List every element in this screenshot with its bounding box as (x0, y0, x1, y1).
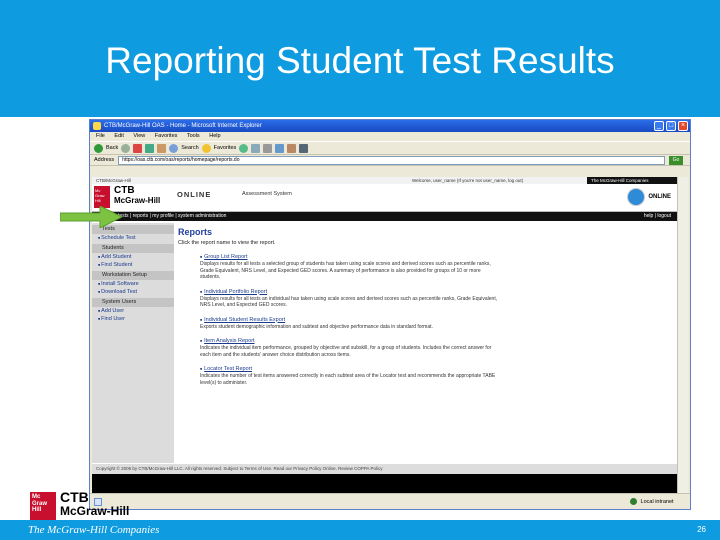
refresh-icon[interactable] (145, 143, 155, 153)
page-bottom-strip (92, 474, 677, 495)
sidebar-item-install-software[interactable]: Install Software (92, 280, 174, 288)
home-icon[interactable] (157, 143, 167, 153)
web-page: CTB/McGraw-Hill Welcome, user_name (If y… (92, 177, 677, 495)
companies-text: The McGraw-Hill Companies (28, 524, 160, 536)
reports-main: Reports Click the report name to view th… (178, 227, 673, 386)
menu-tools[interactable]: Tools (187, 133, 200, 139)
address-label: Address (94, 157, 115, 163)
report-desc: Exports student demographic information … (200, 323, 433, 330)
report-desc: Indicates the number of test items answe… (200, 373, 496, 386)
report-link-locator-test[interactable]: Locator Test Report (200, 366, 500, 372)
report-item: Item Analysis Report Indicates the indiv… (200, 338, 500, 358)
report-link-student-results-export[interactable]: Individual Student Results Export (200, 317, 500, 323)
search-icon[interactable] (169, 143, 179, 153)
favorites-icon[interactable] (201, 143, 211, 153)
notice-text: CTB/McGraw-Hill (96, 178, 131, 183)
address-bar: Address https://oas.ctb.com/oas/reports/… (90, 155, 690, 166)
welcome-text: Welcome, user_name (If you're not user_n… (412, 178, 524, 183)
online-badge: ONLINE (648, 194, 671, 200)
maximize-button[interactable]: □ (666, 121, 676, 131)
browser-window: CTB/McGraw-Hill OAS - Home - Microsoft I… (89, 119, 691, 510)
brand-tag: The McGraw-Hill Companies (587, 177, 677, 184)
edit-icon[interactable] (275, 143, 285, 153)
page-footer: Copyright © 2006 by CTB/McGraw-Hill LLC.… (92, 464, 677, 474)
sidebar-item-add-student[interactable]: Add Student (92, 253, 174, 261)
slide-title: Reporting Student Test Results (105, 40, 615, 81)
discuss-icon[interactable] (287, 143, 297, 153)
ctb-logo-text: CTB (114, 185, 135, 196)
minimize-button[interactable]: _ (654, 121, 664, 131)
stop-icon[interactable] (133, 143, 143, 153)
notice-strip: CTB/McGraw-Hill Welcome, user_name (If y… (92, 177, 677, 184)
sidebar-item-schedule-test[interactable]: Schedule Test (92, 234, 174, 242)
slide: Reporting Student Test Results CTB/McGra… (0, 0, 720, 540)
zone-label: Local intranet (640, 499, 674, 505)
print-icon[interactable] (263, 143, 273, 153)
status-bar: Local intranet (90, 493, 690, 509)
window-title: CTB/McGraw-Hill OAS - Home - Microsoft I… (104, 123, 262, 129)
report-desc: Displays results for all tests a selecte… (200, 261, 491, 280)
sidebar-item-download-test[interactable]: Download Test (92, 288, 174, 296)
report-item: Individual Portfolio Report Displays res… (200, 289, 500, 309)
back-label[interactable]: Back (106, 145, 118, 151)
menu-edit[interactable]: Edit (114, 133, 123, 139)
brand-subtitle: Assessment System (242, 191, 292, 197)
address-input[interactable]: https://oas.ctb.com/oas/reports/homepage… (118, 155, 665, 165)
report-desc: Displays results for all tests an indivi… (200, 295, 498, 309)
mcgraw-hill-corner-logo: Mc Graw Hill (30, 492, 56, 520)
report-desc: Indicates the individual item performanc… (200, 345, 492, 358)
sidebar-head-users: System Users (92, 298, 174, 307)
search-label[interactable]: Search (181, 145, 198, 151)
nav-help-logout[interactable]: help | logout (644, 212, 671, 221)
forward-icon[interactable] (121, 143, 131, 153)
report-item: Individual Student Results Export Export… (200, 317, 500, 331)
nav-links[interactable]: tests | reports | my profile | system ad… (118, 213, 226, 219)
corner-mcgraw-text: McGraw-Hill (60, 504, 130, 518)
report-item: Group List Report Displays results for a… (200, 254, 500, 281)
sidebar-item-add-user[interactable]: Add User (92, 307, 174, 315)
go-button[interactable]: Go (669, 155, 683, 165)
browser-toolbar: Back Search Favorites (90, 141, 690, 155)
pointer-arrow-icon (60, 206, 122, 228)
report-item: Locator Test Report Indicates the number… (200, 366, 500, 386)
messenger-icon[interactable] (299, 143, 309, 153)
security-zone: Local intranet (630, 494, 674, 509)
globe-icon (627, 188, 645, 206)
sidebar-head-workstation: Workstation Setup (92, 271, 174, 280)
menu-view[interactable]: View (133, 133, 145, 139)
back-icon[interactable] (94, 143, 103, 153)
brand-title: ONLINE (177, 190, 212, 199)
ie-icon (93, 122, 101, 130)
report-link-individual-portfolio[interactable]: Individual Portfolio Report (200, 289, 500, 295)
top-nav: tests | reports | my profile | system ad… (92, 212, 677, 221)
corner-ctb-text: CTB (60, 489, 89, 505)
history-icon[interactable] (239, 143, 249, 153)
report-link-group-list[interactable]: Group List Report (200, 254, 500, 260)
slide-number: 26 (697, 525, 706, 534)
menu-help[interactable]: Help (209, 133, 220, 139)
sidebar: Tests Schedule Test Students Add Student… (92, 223, 174, 463)
report-link-item-analysis[interactable]: Item Analysis Report (200, 338, 500, 344)
sidebar-item-find-student[interactable]: Find Student (92, 261, 174, 269)
menu-file[interactable]: File (96, 133, 105, 139)
reports-intro: Click the report name to view the report… (178, 240, 276, 246)
app-header: Mc Graw Hill CTB McGraw-Hill ONLINE Asse… (92, 184, 677, 212)
close-button[interactable]: × (678, 121, 688, 131)
window-titlebar: CTB/McGraw-Hill OAS - Home - Microsoft I… (90, 120, 690, 132)
vertical-scrollbar[interactable] (677, 177, 688, 495)
menu-bar: File Edit View Favorites Tools Help (90, 132, 690, 141)
sidebar-head-students: Students (92, 244, 174, 253)
mcgraw-hill-logo: Mc Graw Hill (94, 186, 110, 208)
favorites-label[interactable]: Favorites (214, 145, 237, 151)
sidebar-item-find-user[interactable]: Find User (92, 315, 174, 323)
mail-icon[interactable] (251, 143, 261, 153)
intranet-icon (630, 498, 637, 506)
reports-title: Reports (178, 227, 213, 237)
menu-favorites[interactable]: Favorites (155, 133, 178, 139)
mcgraw-logo-text: McGraw-Hill (114, 196, 161, 205)
